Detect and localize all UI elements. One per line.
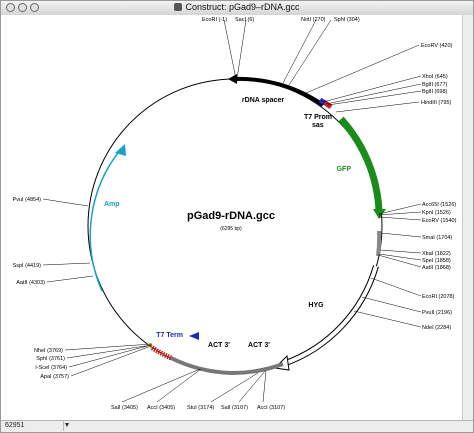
site-spei[interactable]: SpeI (1858) [422,258,451,264]
site-pvuii[interactable]: PvuII (2196) [422,310,452,316]
leader-bglii-677 [325,83,422,105]
amp-label: Amp [104,201,120,208]
hyg-feature-fill [282,265,378,366]
t7-term-arrowhead [189,332,199,340]
site-acci-3405[interactable]: AccI (3405) [147,405,175,411]
position-dropdown-icon[interactable]: ▼ [61,421,73,431]
vertical-scrollbar[interactable] [462,15,473,422]
site-acci-3107[interactable]: AccI (3107) [257,405,285,411]
site-smai[interactable]: SmaI (1704) [422,235,452,241]
site-sphi-3761[interactable]: SphI (3761) [36,356,65,362]
leader-acci-3107 [262,370,267,403]
site-sspi[interactable]: SspI (4419) [13,263,42,269]
amp-feature[interactable] [89,148,122,292]
status-bar: 62951 ▼ [1,420,473,432]
site-ecorv-420[interactable]: EcoRV (420) [421,43,453,49]
site-bglii-698[interactable]: BglII (698) [422,89,448,95]
leader-apai [70,345,152,377]
leader-ecori-1 [223,19,237,80]
site-pvui[interactable]: PvuI (4854) [13,197,42,203]
site-aatii-4303[interactable]: AatII (4303) [16,280,45,286]
site-nhei[interactable]: NheI (3769) [34,348,63,354]
site-ecorv-1540[interactable]: EcoRV (1540) [422,218,457,224]
act3-feature-2[interactable] [170,356,232,375]
leader-ecori-2078 [370,277,422,297]
gfp-label: GFP [337,166,352,173]
smai-segment [376,230,382,257]
site-iscei[interactable]: I-SceI (3764) [35,365,67,371]
leader-pvui [42,198,89,207]
site-ecori-1[interactable]: EcoRI (-1) [202,17,227,23]
site-apai[interactable]: ApaI (3757) [40,374,69,380]
leader-xhoi [322,75,422,103]
leader-bglii-698 [327,90,422,106]
plasmid-name: pGad9-rDNA.gcc [187,210,275,222]
leader-xbai [379,249,422,254]
leader-ecorv-1540 [378,216,422,221]
leader-pvuii [361,296,422,313]
plasmid-map-canvas[interactable]: pGad9-rDNA.gcc (6295 bp) rDNA spacer T7 … [1,15,464,422]
rdna-spacer-arrowhead [228,74,237,84]
sas-label: sas [312,122,324,129]
t7-prom-label: T7 Prom [304,114,332,121]
site-sali-3107[interactable]: SalI (3107) [221,405,248,411]
site-acc65i[interactable]: Acc65I (1526) [422,202,456,208]
window-title-text: Construct: pGad9–rDNA.gcc [185,2,300,12]
site-xbai[interactable]: XbaI (1822) [422,251,451,257]
hyg-feature-outline[interactable] [282,265,379,367]
title-bar[interactable]: Construct: pGad9–rDNA.gcc [1,1,473,16]
construct-window: Construct: pGad9–rDNA.gcc pGad9-rDNA.gcc… [0,0,474,433]
leader-acci-3405 [156,368,202,403]
site-aatii[interactable]: AatII (1868) [422,265,451,271]
document-icon [174,3,183,11]
site-stui[interactable]: StuI (3174) [187,405,214,411]
site-kpni[interactable]: KpnI (1526) [422,210,451,216]
act3-label-a: ACT 3' [248,342,270,349]
act3-feature-1[interactable] [230,362,284,376]
site-noti[interactable]: NotI (270) [301,17,326,23]
site-hindiii[interactable]: HindIII (795) [421,100,451,106]
leader-aatii-4303 [46,275,94,283]
rdna-spacer-label: rDNA spacer [242,97,284,104]
site-ndei[interactable]: NdeI (2284) [422,325,451,331]
window-title: Construct: pGad9–rDNA.gcc [1,2,473,12]
site-saci[interactable]: SacI (6) [235,17,254,23]
plasmid-size: (6295 bp) [220,226,242,232]
plasmid-map: pGad9-rDNA.gcc (6295 bp) rDNA spacer T7 … [13,17,457,411]
site-bglii-677[interactable]: BglII (677) [422,82,448,88]
leader-sphi-304 [288,19,332,86]
site-sphi-304[interactable]: SphI (304) [334,17,360,23]
site-ecori-2078[interactable]: EcoRI (2078) [422,294,455,300]
position-field[interactable]: 62951 [3,421,64,431]
leader-ecorv-420 [305,44,420,94]
leader-ndei [353,310,422,328]
leader-saci [236,19,247,80]
act3-label-b: ACT 3' [208,342,230,349]
leader-sali-3107 [238,370,266,403]
hyg-label: HYG [308,302,324,309]
leader-sspi [42,262,91,266]
t7-term-label: T7 Term [156,332,183,339]
gfp-feature[interactable] [338,116,383,212]
site-sali-3405[interactable]: SalI (3405) [111,405,138,411]
leader-noti [282,19,317,84]
site-xhoi[interactable]: XhoI (645) [422,74,448,80]
leader-smai [380,232,422,238]
leader-hindiii [335,101,420,113]
leader-sali-3405 [121,368,201,403]
